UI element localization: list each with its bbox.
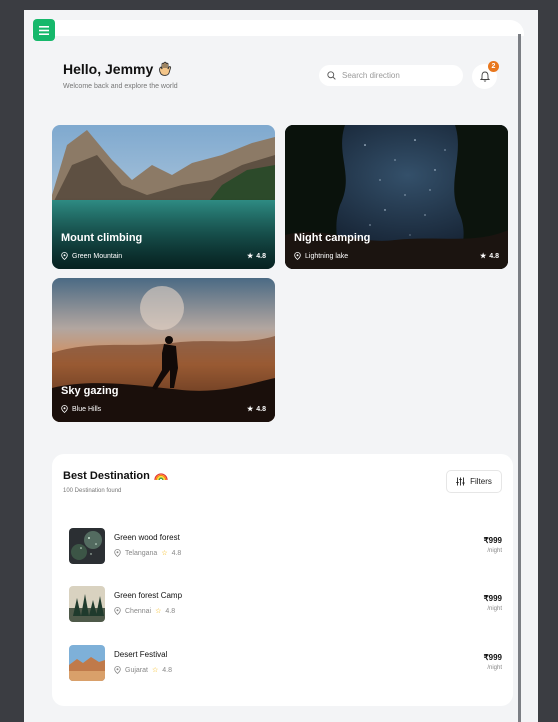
- card-image: [52, 125, 275, 269]
- card-rating: ★ 4.8: [246, 252, 266, 261]
- rainbow-icon: [154, 473, 168, 481]
- card-title: Mount climbing: [61, 232, 143, 244]
- card-location-text: Lightning lake: [305, 252, 349, 260]
- price-unit: /night: [487, 665, 502, 671]
- featured-card-night-camping[interactable]: Night camping Lightning lake ★ 4.8: [285, 125, 508, 269]
- location-pin-icon: [61, 252, 68, 260]
- destination-location: Chennai: [125, 607, 152, 615]
- location-pin-icon: [294, 252, 301, 260]
- greeting-text: Hello, Jemmy: [63, 61, 154, 77]
- location-pin-icon: [114, 607, 121, 615]
- best-destination-title-text: Best Destination: [63, 470, 150, 482]
- destination-meta: Chennai ☆ 4.8: [114, 607, 175, 615]
- greeting-subtitle: Welcome back and explore the world: [63, 83, 178, 90]
- card-image: [285, 125, 508, 269]
- menu-button[interactable]: [33, 19, 55, 41]
- notification-button[interactable]: 2: [472, 61, 499, 89]
- card-location: Green Mountain: [61, 252, 122, 260]
- destination-rating: 4.8: [162, 666, 172, 674]
- card-rating-value: 4.8: [489, 252, 499, 260]
- bell-icon: [479, 71, 490, 82]
- desert-thumbnail-image: [69, 645, 105, 681]
- card-location: Blue Hills: [61, 405, 101, 413]
- card-location: Lightning lake: [294, 252, 348, 260]
- greeting-title: Hello, Jemmy: [63, 61, 178, 77]
- waving-hand-icon: [159, 61, 172, 76]
- filters-button[interactable]: Filters: [446, 470, 502, 493]
- destination-rating: 4.8: [171, 549, 182, 557]
- card-rating: ★ 4.8: [246, 405, 266, 414]
- search-input[interactable]: [342, 71, 452, 80]
- card-title: Night camping: [294, 232, 371, 244]
- best-destination-panel: Best Destination 100 Destination found F…: [52, 454, 513, 706]
- destination-price: ₹999: [483, 594, 502, 603]
- greeting-block: Hello, Jemmy Welcome back and explore th…: [63, 61, 178, 90]
- destination-name: Green wood forest: [114, 533, 180, 542]
- notification-badge: 2: [488, 61, 499, 72]
- destination-name: Green forest Camp: [114, 591, 183, 600]
- card-rating: ★ 4.8: [479, 252, 499, 261]
- filters-label: Filters: [470, 477, 492, 486]
- destination-location: Telangana: [125, 549, 158, 557]
- destination-row-green-wood-forest[interactable]: Green wood forest Telangana ☆ 4.8 ₹999 /…: [69, 528, 502, 564]
- location-pin-icon: [114, 666, 121, 674]
- star-outline-icon: ☆: [151, 667, 159, 674]
- price-unit: /night: [487, 606, 502, 612]
- destination-price: ₹999: [483, 536, 502, 545]
- destination-count: 100 Destination found: [63, 488, 122, 494]
- destination-thumbnail: [69, 528, 105, 564]
- best-destination-title: Best Destination: [63, 470, 168, 482]
- star-outline-icon: ☆: [161, 550, 168, 557]
- sliders-icon: [456, 477, 465, 486]
- destination-price: ₹999: [483, 653, 502, 662]
- destination-location: Gujarat: [125, 666, 148, 674]
- star-icon: ★: [246, 406, 254, 413]
- destination-meta: Telangana ☆ 4.8: [114, 549, 181, 557]
- destination-meta: Gujarat ☆ 4.8: [114, 666, 172, 674]
- destination-thumbnail: [69, 645, 105, 681]
- location-pin-icon: [114, 549, 121, 557]
- star-icon: ★: [479, 253, 487, 260]
- camp-thumbnail-image: [69, 586, 105, 622]
- destination-rating: 4.8: [165, 607, 176, 615]
- star-outline-icon: ☆: [155, 608, 162, 615]
- scrollbar[interactable]: [518, 34, 521, 722]
- destination-name: Desert Festival: [114, 650, 168, 659]
- card-title: Sky gazing: [61, 385, 119, 397]
- featured-card-mount-climbing[interactable]: Mount climbing Green Mountain ★ 4.8: [52, 125, 275, 269]
- featured-card-sky-gazing[interactable]: Sky gazing Blue Hills ★ 4.8: [52, 278, 275, 422]
- search-icon: [327, 71, 336, 80]
- location-pin-icon: [61, 405, 68, 413]
- search-box[interactable]: [319, 65, 463, 86]
- star-icon: ★: [246, 253, 254, 260]
- card-rating-value: 4.8: [256, 405, 266, 413]
- destination-row-green-forest-camp[interactable]: Green forest Camp Chennai ☆ 4.8 ₹999 /ni…: [69, 586, 502, 622]
- price-unit: /night: [487, 548, 502, 554]
- card-location-text: Green Mountain: [72, 252, 123, 260]
- destination-thumbnail: [69, 586, 105, 622]
- card-location-text: Blue Hills: [72, 405, 102, 413]
- hamburger-icon: [39, 25, 49, 35]
- forest-thumbnail-image: [69, 528, 105, 564]
- header-panel-top: [32, 20, 524, 36]
- card-image: [52, 278, 275, 422]
- destination-row-desert-festival[interactable]: Desert Festival Gujarat ☆ 4.8 ₹999 /nigh…: [69, 645, 502, 681]
- card-rating-value: 4.8: [256, 252, 266, 260]
